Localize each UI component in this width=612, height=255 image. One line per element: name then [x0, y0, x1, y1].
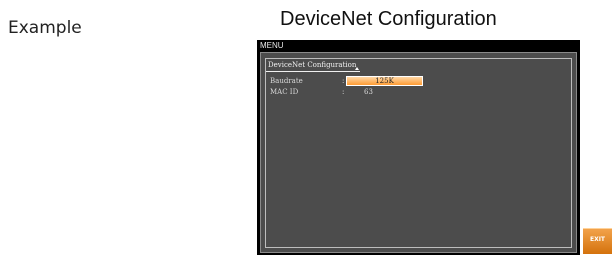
exit-button[interactable]: EXIT [583, 228, 612, 254]
config-panel-frame: DeviceNet Configuration Baudrate : 125K … [265, 58, 572, 248]
figure-heading: DeviceNet Configuration [280, 8, 497, 30]
device-screen: MENU DeviceNet Configuration Baudrate : … [257, 40, 580, 255]
baudrate-field[interactable]: 125K [346, 76, 423, 86]
macid-label: MAC ID [270, 88, 299, 96]
exit-label: EXIT [589, 236, 606, 243]
section-title: DeviceNet Configuration [268, 61, 357, 69]
example-label: Example [8, 18, 82, 38]
baudrate-value: 125K [375, 77, 394, 85]
menu-title: MENU [260, 41, 284, 50]
baudrate-separator: : [342, 77, 345, 85]
macid-separator: : [342, 88, 345, 96]
macid-value[interactable]: 63 [364, 88, 373, 96]
section-underline [266, 71, 360, 72]
baudrate-label: Baudrate [270, 77, 303, 85]
cursor-arrow-icon [355, 67, 359, 70]
config-panel: DeviceNet Configuration Baudrate : 125K … [260, 52, 577, 253]
